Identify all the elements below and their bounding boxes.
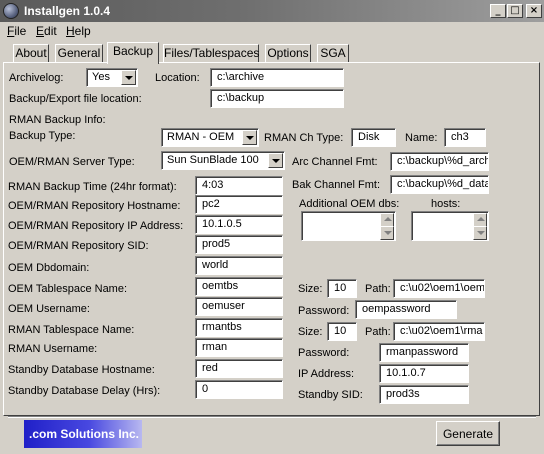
tab-backup[interactable]: Backup — [107, 42, 159, 64]
additional-oem-list[interactable] — [301, 211, 396, 241]
archivelog-value: Yes — [92, 71, 110, 83]
rman-ch-type-field[interactable]: Disk — [351, 128, 396, 147]
standby-hostname-field[interactable]: red — [195, 359, 283, 378]
standby-sid-field[interactable]: prod3s — [379, 385, 469, 404]
company-logo: .com Solutions Inc. — [24, 420, 142, 448]
oem-size-field[interactable]: 10 — [327, 279, 357, 298]
menu-edit[interactable]: Edit — [36, 24, 57, 38]
oem-username-field[interactable]: oemuser — [195, 297, 283, 316]
hosts-list[interactable] — [411, 211, 489, 241]
maximize-button[interactable]: □ — [507, 4, 523, 18]
chevron-down-icon — [477, 231, 485, 235]
arc-channel-field[interactable]: c:\backup\%d_arch — [390, 152, 489, 171]
repo-sid-label: OEM/RMAN Repository SID: — [8, 240, 149, 252]
standby-ip-field[interactable]: 10.1.0.7 — [379, 364, 469, 383]
rman-ch-type-label: RMAN Ch Type: — [264, 132, 344, 144]
close-button[interactable]: × — [526, 4, 542, 18]
dropdown-button[interactable] — [121, 70, 136, 85]
standby-ip-label: IP Address: — [298, 368, 355, 380]
repo-sid-field[interactable]: prod5 — [195, 235, 283, 254]
rman-size-label: Size: — [298, 326, 323, 338]
chevron-up-icon — [477, 217, 485, 221]
rman-tablespace-field[interactable]: rmantbs — [195, 318, 283, 337]
backup-export-label: Backup/Export file location: — [9, 93, 142, 105]
menu-file[interactable]: File — [7, 24, 26, 38]
rman-time-field[interactable]: 4:03 — [195, 176, 283, 195]
server-type-select[interactable]: Sun SunBlade 100 — [161, 151, 285, 170]
tab-about[interactable]: About — [13, 44, 49, 62]
backup-type-select[interactable]: RMAN - OEM — [161, 128, 259, 147]
generate-button[interactable]: Generate — [436, 421, 500, 446]
tab-sga[interactable]: SGA — [317, 44, 349, 62]
window-title: Installgen 1.0.4 — [24, 4, 111, 18]
repo-ip-field[interactable]: 10.1.0.5 — [195, 215, 283, 234]
repo-hostname-field[interactable]: pc2 — [195, 195, 283, 214]
menu-help[interactable]: Help — [66, 24, 91, 38]
chevron-down-icon — [272, 159, 280, 163]
tab-files-tablespaces[interactable]: Files/Tablespaces — [163, 44, 259, 62]
rman-time-label: RMAN Backup Time (24hr format): — [8, 181, 177, 193]
arc-channel-label: Arc Channel Fmt: — [292, 156, 378, 168]
hosts-label: hosts: — [431, 198, 461, 210]
rman-size-field[interactable]: 10 — [327, 322, 357, 341]
chevron-down-icon — [246, 136, 254, 140]
rman-info-heading: RMAN Backup Info: — [9, 114, 106, 126]
rman-password-label: Password: — [298, 347, 350, 359]
chevron-up-icon — [384, 217, 392, 221]
oem-tablespace-label: OEM Tablespace Name: — [8, 283, 128, 295]
name-label: Name: — [405, 132, 438, 144]
oem-password-label: Password: — [298, 305, 350, 317]
standby-delay-field[interactable]: 0 — [195, 380, 283, 399]
oem-dbdomain-label: OEM Dbdomain: — [8, 262, 90, 274]
rman-username-field[interactable]: rman — [195, 338, 283, 357]
rman-path-field[interactable]: c:\u02\oem1\rma — [393, 322, 485, 341]
repo-hostname-label: OEM/RMAN Repository Hostname: — [8, 200, 181, 212]
chevron-down-icon — [125, 76, 133, 80]
standby-delay-label: Standby Database Delay (Hrs): — [8, 385, 161, 397]
scroll-up-button[interactable] — [473, 213, 487, 227]
oem-password-field[interactable]: oempassword — [355, 300, 457, 319]
bak-channel-label: Bak Channel Fmt: — [292, 179, 381, 191]
chevron-down-icon — [384, 231, 392, 235]
oem-tablespace-field[interactable]: oemtbs — [195, 277, 283, 296]
backup-type-value: RMAN - OEM — [167, 131, 235, 143]
rman-path-label: Path: — [365, 326, 391, 338]
tab-options[interactable]: Options — [265, 44, 311, 62]
archivelog-select[interactable]: Yes — [86, 68, 138, 87]
oem-path-field[interactable]: c:\u02\oem1\oem — [393, 279, 485, 298]
rman-username-label: RMAN Username: — [8, 343, 98, 355]
oem-path-label: Path: — [365, 283, 391, 295]
menu-bar: File Edit Help — [0, 22, 544, 40]
archivelog-label: Archivelog: — [9, 72, 64, 84]
rman-tablespace-label: RMAN Tablespace Name: — [8, 324, 135, 336]
name-field[interactable]: ch3 — [444, 128, 486, 147]
app-icon — [3, 3, 19, 19]
scroll-up-button[interactable] — [380, 213, 394, 227]
backup-export-field[interactable]: c:\backup — [210, 89, 344, 108]
tab-general[interactable]: General — [55, 44, 103, 62]
scroll-down-button[interactable] — [380, 226, 394, 240]
oem-dbdomain-field[interactable]: world — [195, 256, 283, 275]
server-type-label: OEM/RMAN Server Type: — [9, 156, 135, 168]
scroll-down-button[interactable] — [473, 226, 487, 240]
standby-sid-label: Standby SID: — [298, 389, 363, 401]
dropdown-button[interactable] — [242, 130, 257, 145]
location-field[interactable]: c:\archive — [210, 68, 344, 87]
backup-type-label: Backup Type: — [9, 130, 76, 142]
oem-size-label: Size: — [298, 283, 323, 295]
minimize-button[interactable]: _ — [490, 4, 506, 18]
server-type-value: Sun SunBlade 100 — [167, 154, 259, 166]
standby-hostname-label: Standby Database Hostname: — [8, 364, 155, 376]
title-bar[interactable]: Installgen 1.0.4 _ □ × — [0, 0, 544, 22]
oem-username-label: OEM Username: — [8, 303, 90, 315]
footer-divider — [8, 416, 536, 418]
rman-password-field[interactable]: rmanpassword — [379, 343, 469, 362]
location-label: Location: — [155, 72, 200, 84]
dropdown-button[interactable] — [268, 153, 283, 168]
additional-oem-label: Additional OEM dbs: — [299, 198, 400, 210]
repo-ip-label: OEM/RMAN Repository IP Address: — [8, 220, 184, 232]
bak-channel-field[interactable]: c:\backup\%d_data — [390, 175, 489, 194]
